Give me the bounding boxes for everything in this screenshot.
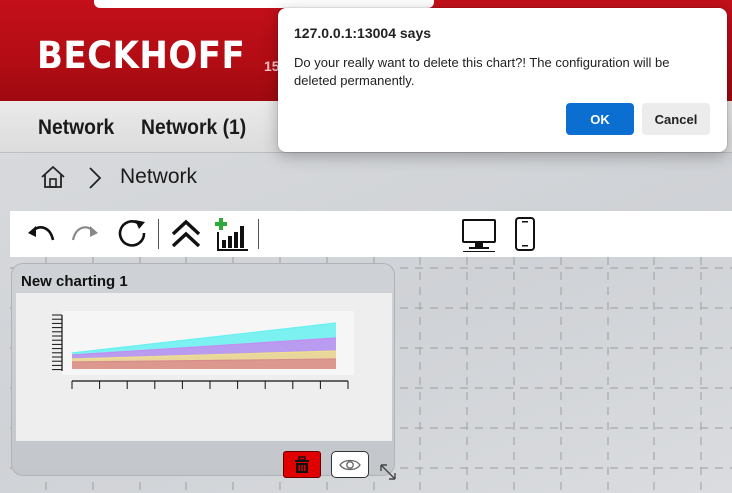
refresh-icon: [118, 220, 146, 247]
chart-preview-graphic: [52, 311, 354, 389]
breadcrumb: [0, 153, 732, 203]
collapse-button[interactable]: [168, 215, 204, 253]
chart-card[interactable]: New charting 1: [11, 263, 395, 478]
dialog-title: 127.0.0.1:13004 says: [294, 25, 432, 41]
confirm-dialog: 127.0.0.1:13004 says Do your really want…: [278, 8, 727, 152]
trash-icon: [295, 455, 309, 473]
add-chart-icon: [215, 218, 248, 251]
breadcrumb-current: Network: [120, 165, 198, 188]
resize-icon[interactable]: [378, 462, 398, 482]
undo-button[interactable]: [24, 215, 58, 253]
toolbar-separator: [158, 219, 159, 249]
double-chevron-up-icon: [171, 219, 201, 248]
delete-chart-button[interactable]: [283, 451, 321, 478]
dialog-message: Do your really want to delete this chart…: [294, 55, 670, 88]
refresh-button[interactable]: [114, 215, 150, 253]
mobile-view-button[interactable]: [510, 215, 540, 253]
tab-network[interactable]: Network: [38, 116, 114, 140]
mobile-icon: [515, 217, 535, 251]
chart-preview: [16, 293, 392, 441]
desktop-icon: [462, 219, 496, 252]
toolbar-separator: [258, 219, 259, 249]
beckhoff-logo: BECKHOFF: [37, 34, 246, 77]
undo-icon: [28, 226, 55, 241]
redo-button[interactable]: [68, 215, 102, 253]
eye-icon: [339, 459, 361, 470]
ok-button[interactable]: OK: [566, 103, 634, 135]
browser-address-strip: [94, 0, 434, 8]
card-title: New charting 1: [21, 273, 128, 290]
redo-icon: [71, 226, 98, 241]
view-chart-button[interactable]: [331, 451, 369, 478]
chevron-right-icon: [89, 167, 102, 189]
home-icon[interactable]: [40, 165, 66, 189]
cancel-button[interactable]: Cancel: [642, 103, 710, 135]
desktop-view-button[interactable]: [460, 215, 498, 253]
toolbar: [10, 211, 732, 257]
add-chart-button[interactable]: [214, 215, 250, 253]
tab-network-1[interactable]: Network (1): [141, 116, 246, 140]
